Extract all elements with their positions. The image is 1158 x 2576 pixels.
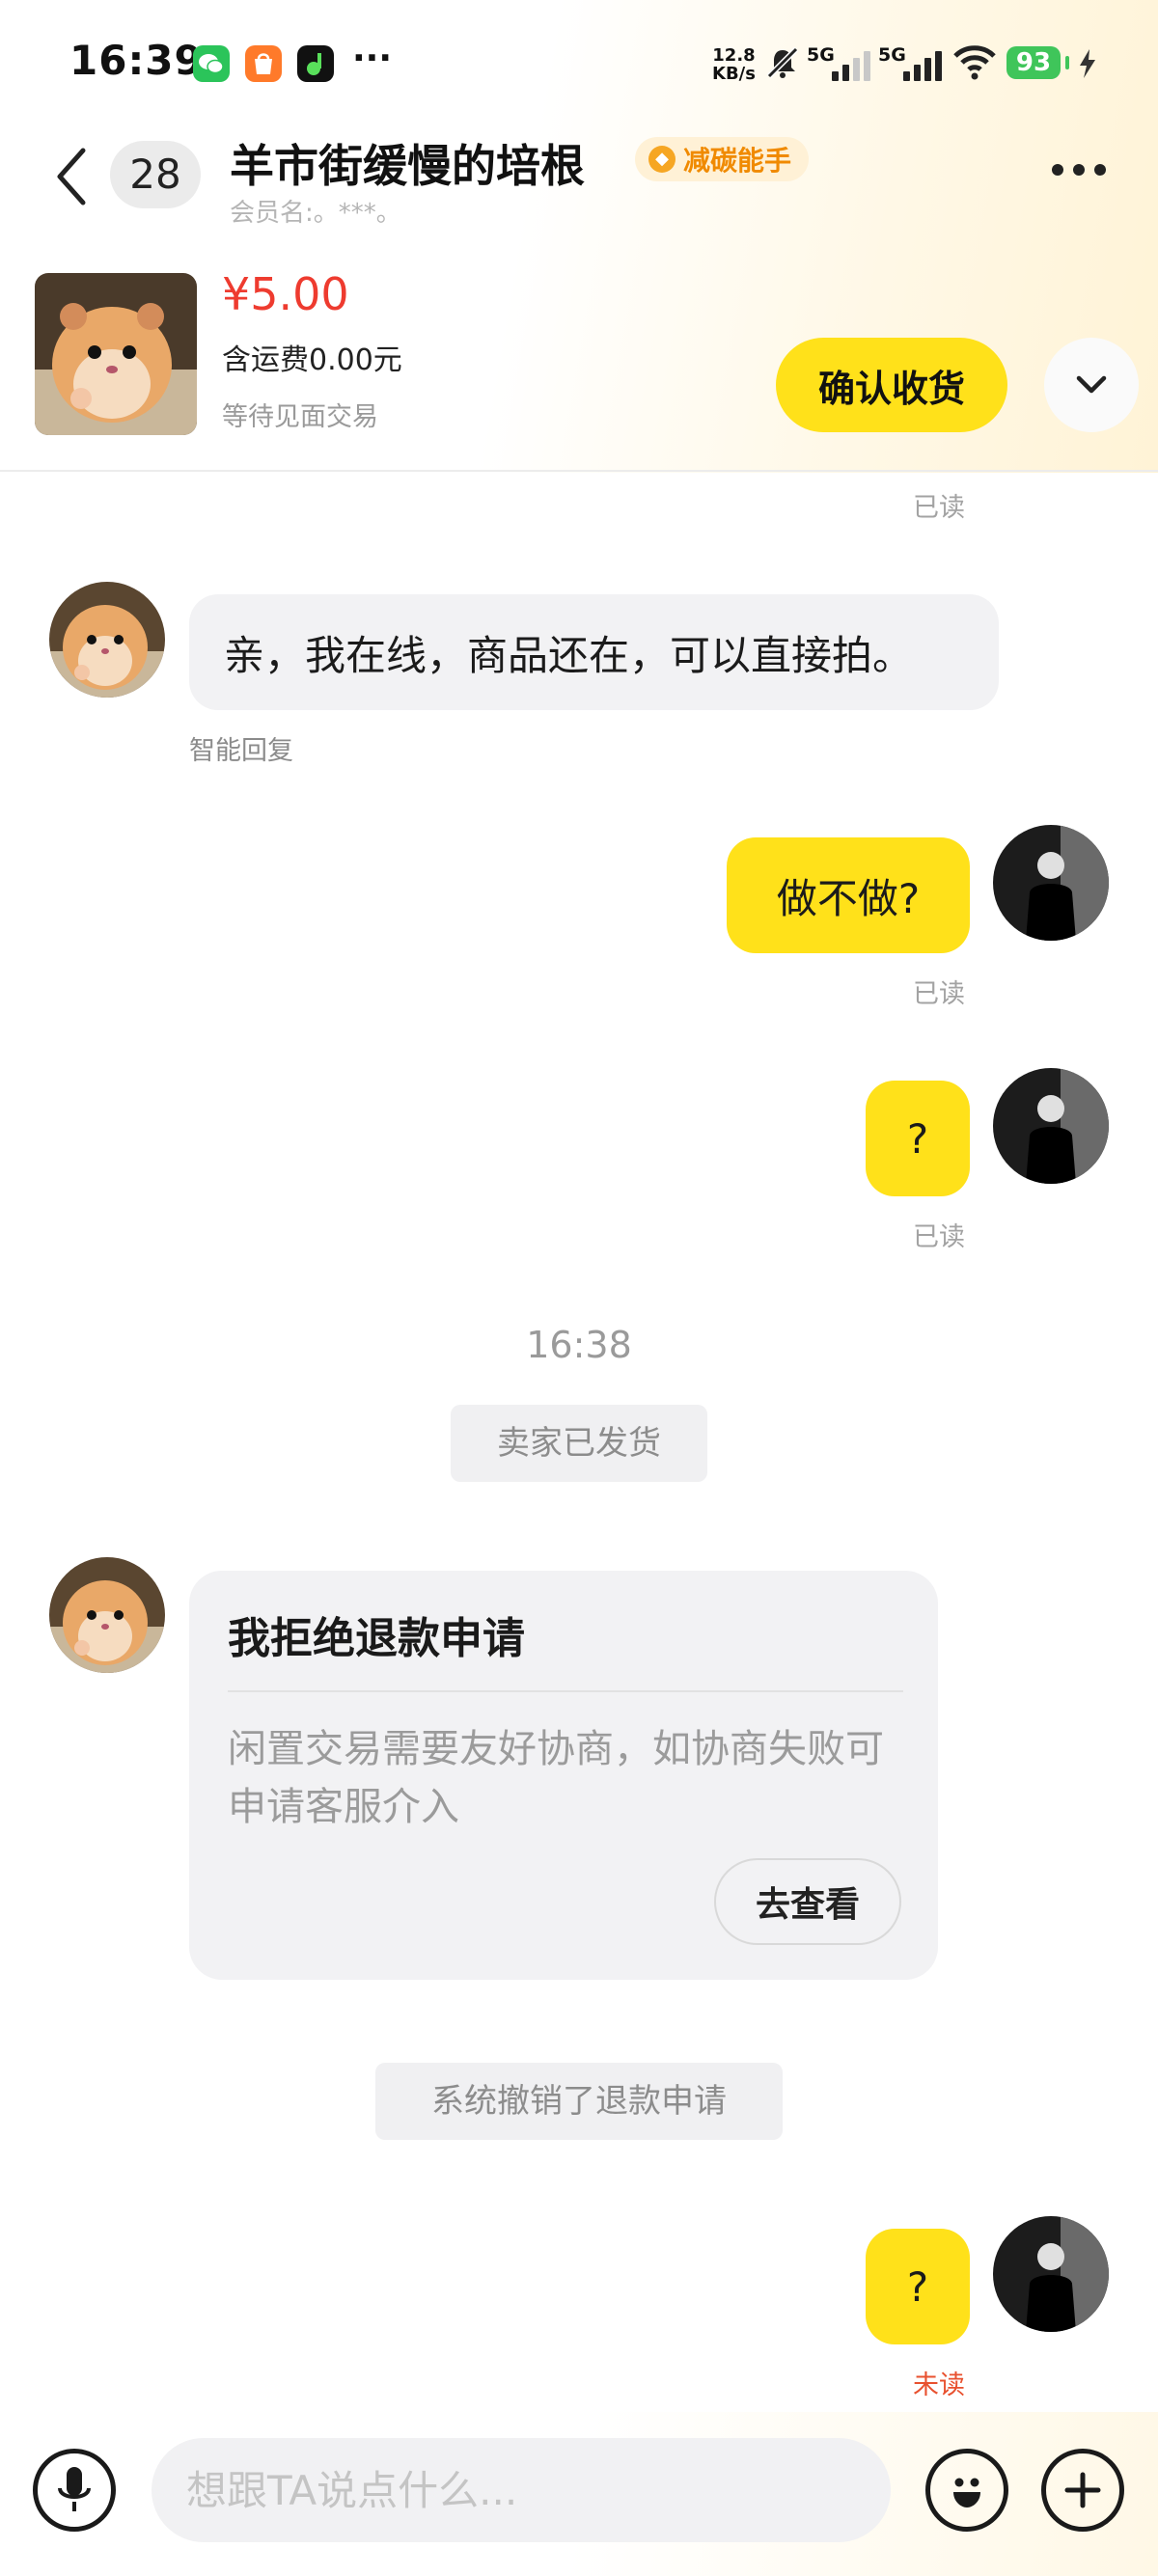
read-receipt: 已读 (913, 493, 965, 523)
more-dot-icon (1052, 164, 1063, 176)
card-divider (228, 1690, 903, 1692)
read-receipt: 已读 (913, 979, 965, 1009)
smart-reply-label: 智能回复 (189, 736, 293, 766)
wifi-icon (953, 44, 996, 85)
more-notifications: ··· (352, 39, 393, 78)
product-thumbnail[interactable] (35, 273, 197, 435)
shipping-fee: 含运费0.00元 (222, 343, 402, 377)
battery-cap (1065, 56, 1069, 69)
eco-badge-label: 减碳能手 (683, 145, 792, 177)
more-dot-icon (1094, 164, 1106, 176)
wechat-icon (193, 45, 230, 82)
microphone-icon (58, 2467, 91, 2511)
buyer-avatar[interactable] (993, 1068, 1109, 1184)
unread-count-badge[interactable]: 28 (110, 141, 201, 208)
card-title: 我拒绝退款申请 (228, 1614, 525, 1663)
sim2-label: 5G (878, 44, 906, 66)
sim1-label: 5G (807, 44, 835, 66)
mute-icon (765, 45, 800, 84)
chat-title[interactable]: 羊市街缓慢的培根 (230, 131, 585, 195)
plus-icon (1064, 2472, 1101, 2508)
seller-avatar[interactable] (49, 582, 165, 698)
charging-icon (1077, 48, 1098, 83)
header-divider (0, 470, 1158, 472)
view-details-button[interactable]: 去查看 (714, 1858, 901, 1945)
more-dot-icon (1073, 164, 1085, 176)
music-app-icon (297, 45, 334, 82)
status-time: 16:39 (69, 37, 204, 84)
sim2-signal-icon (903, 48, 942, 81)
battery-level: 93 (1006, 46, 1061, 79)
product-price: ¥5.00 (222, 268, 349, 320)
emoji-button[interactable] (925, 2449, 1008, 2532)
eco-badge[interactable]: ◆ 减碳能手 (635, 137, 810, 181)
card-body: 闲置交易需要友好协商，如协商失败可申请客服介入 (228, 1727, 884, 1829)
buyer-message[interactable]: 做不做? (727, 837, 970, 953)
refund-rejected-card[interactable]: 我拒绝退款申请 闲置交易需要友好协商，如协商失败可申请客服介入 去查看 (189, 1571, 938, 1980)
expand-button[interactable] (1044, 338, 1139, 432)
member-name: 会员名:。***。 (230, 199, 401, 228)
buyer-message[interactable]: ? (866, 2229, 970, 2344)
unread-receipt: 未读 (913, 2370, 965, 2400)
leaf-coin-icon: ◆ (648, 146, 676, 173)
system-message: 系统撤销了退款申请 (375, 2063, 783, 2140)
trade-status: 等待见面交易 (222, 402, 378, 432)
more-options-button[interactable] (1052, 164, 1106, 176)
time-divider: 16:38 (526, 1324, 632, 1366)
emoji-icon (953, 2478, 980, 2507)
confirm-receipt-button[interactable]: 确认收货 (776, 338, 1007, 432)
message-input[interactable] (152, 2438, 891, 2542)
chevron-left-icon (57, 148, 86, 206)
add-button[interactable] (1041, 2449, 1124, 2532)
voice-button[interactable] (33, 2449, 116, 2532)
read-receipt: 已读 (913, 1222, 965, 1252)
sim1-signal-icon (832, 48, 870, 81)
network-speed: 12.8 KB/s (712, 45, 756, 84)
status-bar: 16:39 ··· 12.8 KB/s 5G 5G 93 (0, 0, 1158, 130)
seller-message[interactable]: 亲，我在线，商品还在，可以直接拍。 (189, 594, 999, 710)
system-message: 卖家已发货 (451, 1405, 707, 1482)
buyer-avatar[interactable] (993, 2216, 1109, 2332)
chevron-down-icon (1076, 375, 1107, 394)
back-button[interactable] (50, 145, 93, 212)
buyer-avatar[interactable] (993, 825, 1109, 941)
shopping-app-icon (245, 45, 282, 82)
seller-avatar[interactable] (49, 1557, 165, 1673)
buyer-message[interactable]: ? (866, 1081, 970, 1196)
